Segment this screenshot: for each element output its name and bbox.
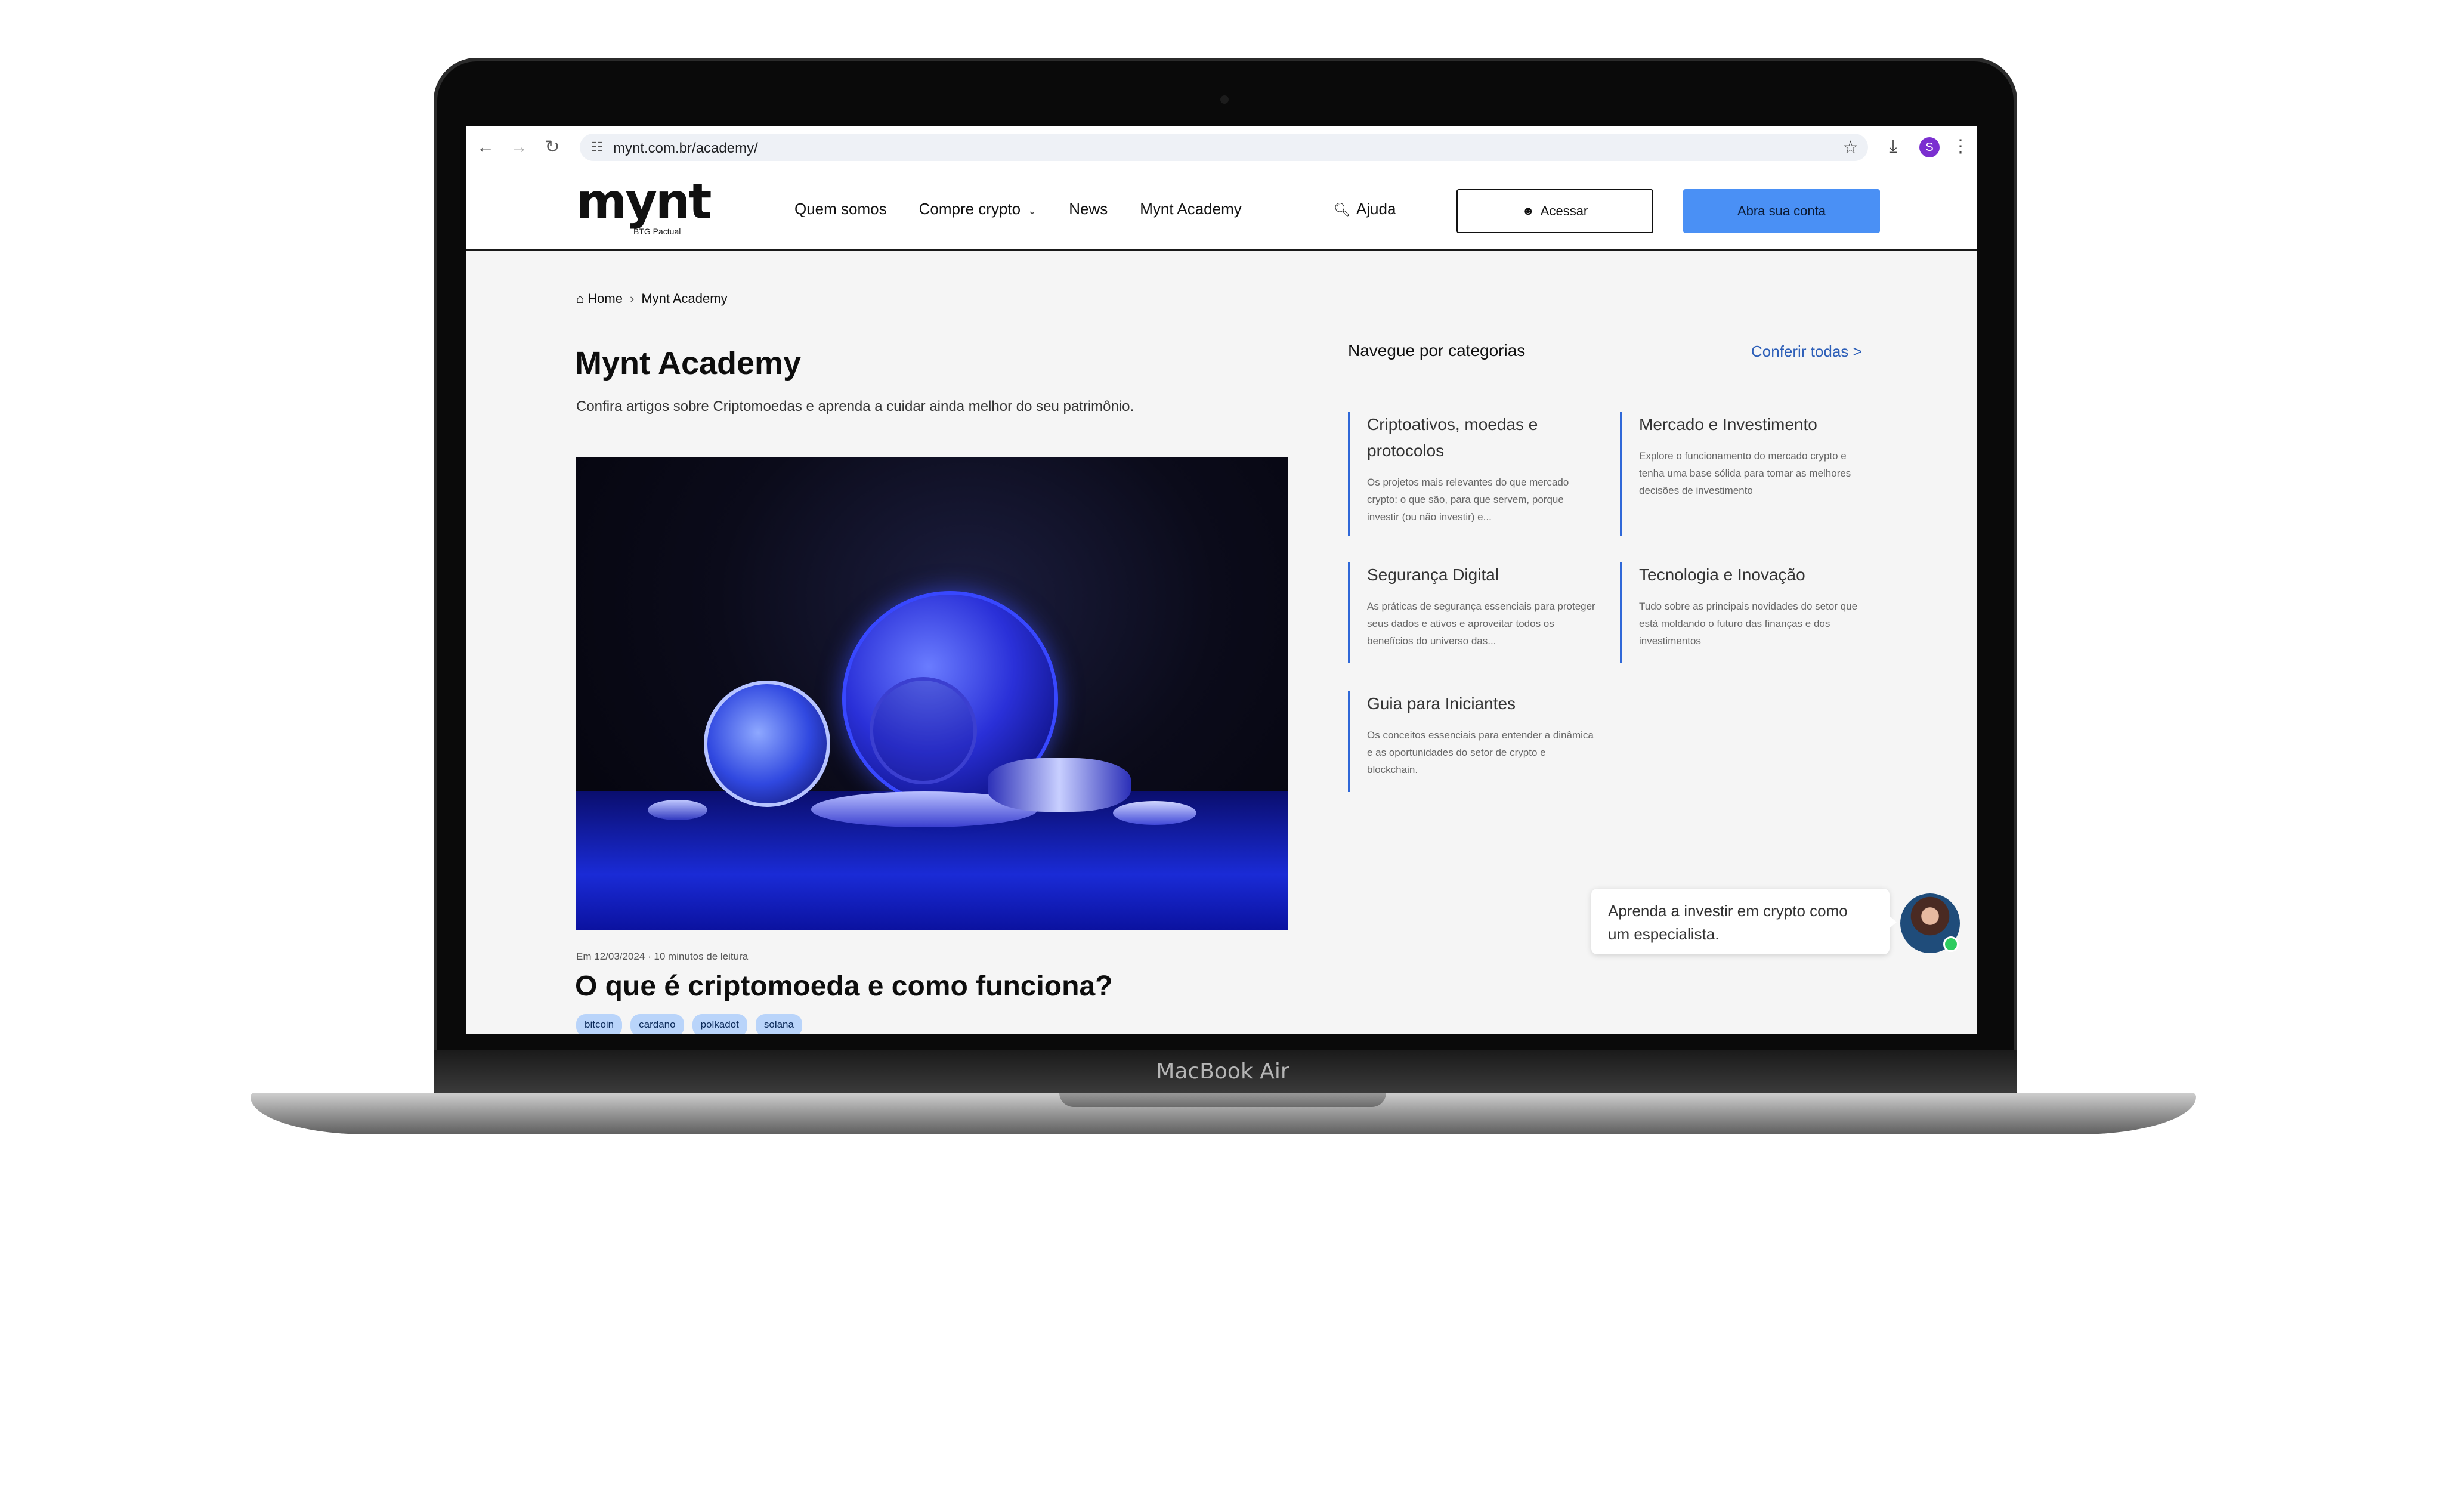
reload-icon[interactable]: ↻ xyxy=(540,135,564,159)
nav-compre-crypto-label: Compre crypto xyxy=(919,200,1021,218)
download-icon[interactable]: ⤓ xyxy=(1881,135,1905,159)
breadcrumb: ⌂ Home › Mynt Academy xyxy=(576,291,728,307)
category-card-seguranca[interactable]: Segurança Digital As práticas de seguran… xyxy=(1348,562,1598,663)
chat-bubble[interactable]: Aprenda a investir em crypto como um esp… xyxy=(1591,889,1897,954)
category-description: Os projetos mais relevantes do que merca… xyxy=(1367,477,1569,522)
address-bar[interactable]: ☷ mynt.com.br/academy/ ☆ xyxy=(580,134,1868,161)
forward-arrow-icon[interactable]: → xyxy=(507,135,531,159)
category-title: Criptoativos, moedas e protocolos xyxy=(1367,415,1538,460)
nav-quem-somos[interactable]: Quem somos xyxy=(794,200,887,218)
laptop-notch xyxy=(1059,1093,1386,1107)
chevron-right-icon: › xyxy=(629,291,635,306)
mynt-logo[interactable]: mynt BTG Pactual xyxy=(576,174,712,237)
category-description: As práticas de segurança essenciais para… xyxy=(1367,601,1595,647)
category-description: Tudo sobre as principais novidades do se… xyxy=(1639,601,1858,647)
category-title: Tecnologia e Inovação xyxy=(1639,565,1805,584)
coin-stack-3 xyxy=(1113,801,1196,825)
featured-article-image[interactable] xyxy=(576,457,1288,930)
category-card-mercado[interactable]: Mercado e Investimento Explore o funcion… xyxy=(1620,412,1870,536)
categories-heading: Navegue por categorias xyxy=(1348,341,1526,360)
device-label: MacBook Air xyxy=(1156,1059,1289,1084)
kebab-menu-icon[interactable]: ⋮ xyxy=(1952,135,1969,159)
coin-stack-2 xyxy=(988,758,1131,812)
back-arrow-icon[interactable]: ← xyxy=(474,135,497,159)
category-card-iniciantes[interactable]: Guia para Iniciantes Os conceitos essenc… xyxy=(1348,691,1598,792)
article-meta: Em 12/03/2024 · 10 minutos de leitura xyxy=(576,951,749,962)
article-title[interactable]: O que é criptomoeda e como funciona? xyxy=(575,970,1112,1003)
category-title: Segurança Digital xyxy=(1367,565,1499,584)
breadcrumb-current: Mynt Academy xyxy=(641,291,728,306)
chat-bubble-tail xyxy=(1888,915,1897,929)
help-label: Ajuda xyxy=(1356,200,1396,218)
category-title: Guia para Iniciantes xyxy=(1367,694,1516,713)
page-title: Mynt Academy xyxy=(575,345,802,381)
tag-solana[interactable]: solana xyxy=(755,1014,802,1034)
coin-stack-4 xyxy=(648,800,707,820)
article-tags: bitcoin cardano polkadot solana xyxy=(576,1014,802,1034)
tag-cardano[interactable]: cardano xyxy=(630,1014,684,1034)
page-subtitle: Confira artigos sobre Criptomoedas e apr… xyxy=(576,398,1134,415)
category-title: Mercado e Investimento xyxy=(1639,415,1817,434)
star-icon[interactable]: ☆ xyxy=(1842,137,1858,158)
tag-polkadot[interactable]: polkadot xyxy=(692,1014,747,1034)
nav-mynt-academy[interactable]: Mynt Academy xyxy=(1140,200,1242,218)
camera-dot xyxy=(1220,95,1229,104)
see-all-categories-link[interactable]: Conferir todas > xyxy=(1751,342,1862,361)
screen: ← → ↻ ☷ mynt.com.br/academy/ ☆ ⤓ S ⋮ myn… xyxy=(466,126,1977,1034)
login-label: Acessar xyxy=(1540,203,1588,218)
logo-subtitle: BTG Pactual xyxy=(633,227,681,236)
search-icon: 🔍︎ xyxy=(1334,202,1350,217)
main-nav: Quem somos Compre crypto ⌄ News Mynt Acad… xyxy=(794,200,1242,218)
open-account-button[interactable]: Abra sua conta xyxy=(1683,189,1880,233)
online-status-icon xyxy=(1943,936,1959,952)
nav-compre-crypto[interactable]: Compre crypto ⌄ xyxy=(919,200,1037,218)
category-card-tecnologia[interactable]: Tecnologia e Inovação Tudo sobre as prin… xyxy=(1620,562,1870,663)
chat-message: Aprenda a investir em crypto como um esp… xyxy=(1608,902,1848,943)
home-icon: ⌂ xyxy=(576,291,585,306)
breadcrumb-home[interactable]: Home xyxy=(587,291,623,307)
user-icon: ☻ xyxy=(1522,204,1535,218)
url-text[interactable]: mynt.com.br/academy/ xyxy=(613,140,758,157)
category-description: Explore o funcionamento do mercado crypt… xyxy=(1639,450,1851,496)
site-header: mynt BTG Pactual Quem somos Compre crypt… xyxy=(466,168,1977,251)
chevron-down-icon: ⌄ xyxy=(1028,205,1037,217)
site-info-icon[interactable]: ☷ xyxy=(588,138,606,156)
help-link[interactable]: 🔍︎ Ajuda xyxy=(1334,200,1396,218)
browser-toolbar: ← → ↻ ☷ mynt.com.br/academy/ ☆ ⤓ S ⋮ xyxy=(466,126,1977,168)
category-description: Os conceitos essenciais para entender a … xyxy=(1367,729,1594,775)
nav-news[interactable]: News xyxy=(1069,200,1108,218)
logo-wordmark: mynt xyxy=(576,174,712,230)
category-card-criptoativos[interactable]: Criptoativos, moedas e protocolos Os pro… xyxy=(1348,412,1598,536)
tag-bitcoin[interactable]: bitcoin xyxy=(576,1014,623,1034)
login-button[interactable]: ☻ Acessar xyxy=(1456,189,1653,233)
profile-avatar[interactable]: S xyxy=(1919,137,1940,157)
small-coin-ring xyxy=(870,677,977,784)
